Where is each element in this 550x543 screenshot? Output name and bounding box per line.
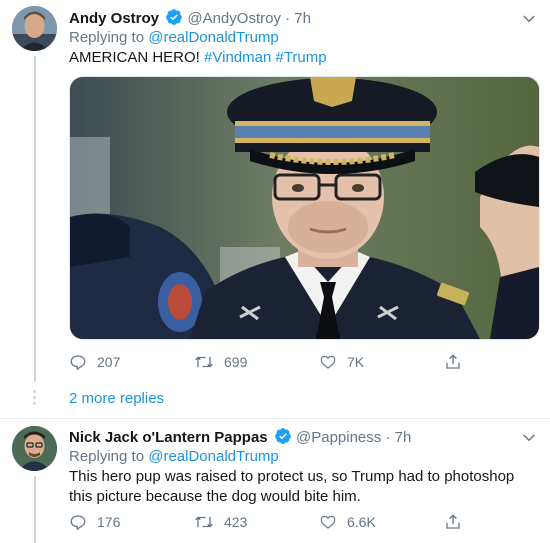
thread-dots — [33, 390, 37, 408]
officer-photo-illustration — [70, 77, 539, 339]
like-button[interactable]: 6.6K — [319, 511, 376, 533]
display-name[interactable]: Nick Jack o'Lantern Pappas — [69, 429, 268, 446]
tweet-text: AMERICAN HERO! #Vindman #Trump — [69, 48, 534, 68]
share-icon — [446, 354, 460, 369]
tweet-text: This hero pup was raised to protect us, … — [69, 468, 515, 505]
reply-count: 207 — [97, 354, 121, 370]
retweet-icon — [195, 356, 213, 368]
tweet-nick-pappas[interactable]: Nick Jack o'Lantern Pappas @Pappiness · … — [0, 419, 550, 543]
tweet-photo[interactable] — [69, 76, 540, 340]
hashtag-vindman[interactable]: #Vindman — [204, 49, 271, 66]
avatar[interactable] — [12, 426, 57, 471]
reply-icon — [70, 355, 86, 371]
replying-to: Replying to @realDonaldTrump — [69, 447, 279, 467]
display-name[interactable]: Andy Ostroy — [69, 10, 159, 27]
verified-badge-icon — [274, 428, 291, 444]
replying-label: Replying to — [69, 29, 145, 46]
more-replies-link[interactable]: 2 more replies — [69, 390, 164, 407]
thread-line — [34, 56, 36, 382]
retweet-button[interactable]: 423 — [194, 511, 247, 533]
retweet-button[interactable]: 699 — [194, 351, 247, 373]
timestamp[interactable]: 7h — [395, 429, 412, 446]
handle[interactable]: @Pappiness — [296, 429, 381, 446]
tweet-header: Andy Ostroy @AndyOstroy · 7h — [69, 8, 311, 29]
like-count: 7K — [347, 354, 365, 370]
thread-line — [34, 476, 36, 543]
retweet-icon — [195, 516, 213, 528]
verified-badge-icon — [166, 9, 183, 25]
share-button[interactable] — [444, 511, 472, 533]
separator-dot: · — [285, 10, 291, 27]
reply-button[interactable]: 207 — [69, 351, 120, 373]
separator-dot: · — [385, 429, 391, 446]
replying-mention[interactable]: @realDonaldTrump — [148, 448, 279, 465]
tweet-text-main: AMERICAN HERO! — [69, 49, 200, 66]
replying-label: Replying to — [69, 448, 145, 465]
like-icon — [320, 515, 336, 529]
avatar-image — [12, 6, 57, 51]
avatar-image — [12, 426, 57, 471]
share-icon — [446, 514, 460, 529]
tweet-actions: 176 423 6.6K — [69, 511, 489, 533]
reply-icon — [70, 515, 86, 531]
reply-count: 176 — [97, 514, 121, 530]
hashtag-trump[interactable]: #Trump — [275, 49, 326, 66]
like-count: 6.6K — [347, 514, 376, 530]
timestamp[interactable]: 7h — [294, 10, 311, 27]
retweet-count: 699 — [224, 354, 248, 370]
tweet-andy-ostroy[interactable]: Andy Ostroy @AndyOstroy · 7h Replying to… — [0, 0, 550, 418]
replying-mention[interactable]: @realDonaldTrump — [148, 29, 279, 46]
chevron-down-icon[interactable] — [520, 10, 538, 28]
handle[interactable]: @AndyOstroy — [187, 10, 281, 27]
avatar[interactable] — [12, 6, 57, 51]
like-button[interactable]: 7K — [319, 351, 364, 373]
reply-button[interactable]: 176 — [69, 511, 120, 533]
chevron-down-icon[interactable] — [520, 429, 538, 447]
tweet-header: Nick Jack o'Lantern Pappas @Pappiness · … — [69, 427, 411, 448]
retweet-count: 423 — [224, 514, 248, 530]
replying-to: Replying to @realDonaldTrump — [69, 28, 279, 48]
share-button[interactable] — [444, 351, 472, 373]
tweet-actions: 207 699 7K — [69, 351, 489, 373]
like-icon — [320, 355, 336, 369]
